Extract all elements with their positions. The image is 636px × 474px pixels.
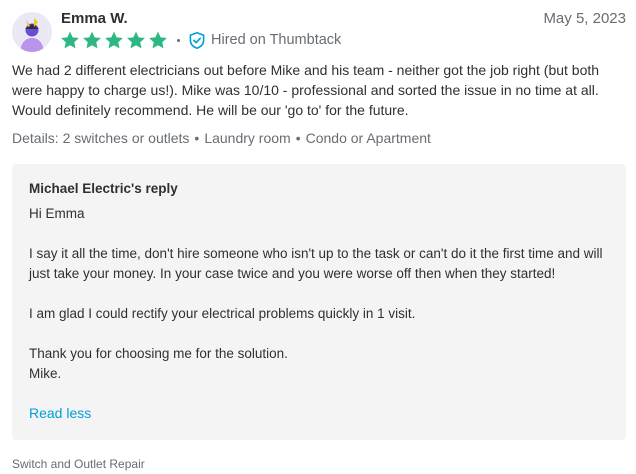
separator-dot bbox=[177, 38, 180, 42]
reply-line bbox=[29, 324, 614, 344]
review-details: Details: 2 switches or outlets • Laundry r… bbox=[12, 128, 431, 148]
detail-item: 2 switches or outlets bbox=[62, 130, 190, 146]
bullet-separator: • bbox=[194, 130, 200, 146]
bullet-separator: • bbox=[295, 130, 301, 146]
pro-reply: Michael Electric's reply Hi Emma I say i… bbox=[12, 164, 626, 440]
rating-row: Hired on Thumbtack bbox=[60, 30, 341, 50]
review-text: We had 2 different electricians out befo… bbox=[12, 62, 600, 118]
star-icon bbox=[60, 31, 80, 50]
shield-check-icon bbox=[189, 31, 205, 49]
read-less-link[interactable]: Read less bbox=[29, 403, 91, 423]
hired-on-thumbtack-label: Hired on Thumbtack bbox=[211, 32, 342, 48]
reply-title: Michael Electric's reply bbox=[29, 181, 178, 196]
star-icon bbox=[104, 31, 124, 50]
star-icon bbox=[148, 31, 168, 50]
reply-line: Thank you for choosing me for the soluti… bbox=[29, 346, 288, 361]
reply-line: Hi Emma bbox=[29, 206, 85, 221]
detail-item: Laundry room bbox=[204, 130, 291, 146]
avatar bbox=[12, 12, 52, 52]
reply-line: I say it all the time, don't hire someon… bbox=[29, 246, 603, 281]
review-date: May 5, 2023 bbox=[543, 10, 626, 27]
star-icon bbox=[126, 31, 146, 50]
reply-line bbox=[29, 284, 614, 304]
service-category: Switch and Outlet Repair bbox=[12, 457, 145, 471]
reply-line: I am glad I could rectify your electrica… bbox=[29, 306, 416, 321]
review-header: Emma W. May 5, 2023 Hired on Thumbtack bbox=[12, 8, 626, 54]
reviewer-name: Emma W. bbox=[61, 10, 128, 27]
details-label: Details: bbox=[12, 130, 59, 146]
reply-line: Mike. bbox=[29, 366, 62, 381]
detail-item: Condo or Apartment bbox=[305, 130, 431, 146]
reply-line bbox=[29, 224, 614, 244]
reply-body: Hi Emma I say it all the time, don't hir… bbox=[29, 204, 614, 384]
star-icon bbox=[82, 31, 102, 50]
